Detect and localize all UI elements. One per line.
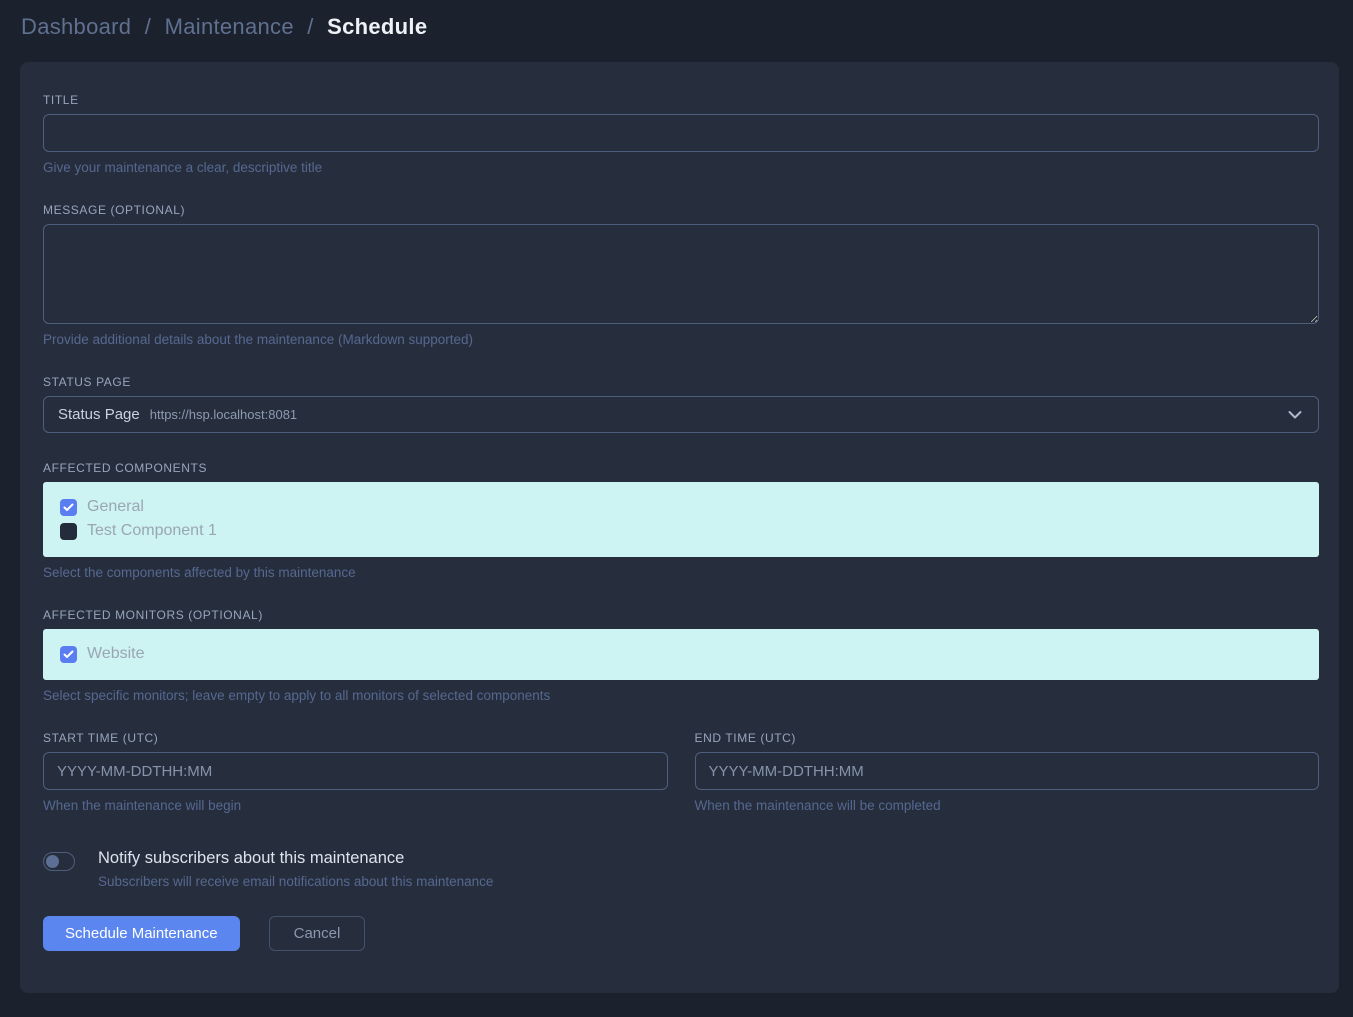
- affected-components-helper-text: Select the components affected by this m…: [43, 565, 1319, 580]
- notify-subscribers-text: Notify subscribers about this maintenanc…: [98, 849, 493, 889]
- affected-components-group: AFFECTED COMPONENTS General Test Compone…: [43, 461, 1319, 580]
- status-page-field-group: STATUS PAGE Status Page https://hsp.loca…: [43, 375, 1319, 433]
- title-field-group: TITLE Give your maintenance a clear, des…: [43, 93, 1319, 175]
- component-option-label: Test Component 1: [87, 522, 217, 540]
- affected-monitors-group: AFFECTED MONITORS (OPTIONAL) Website Sel…: [43, 608, 1319, 703]
- breadcrumb-dashboard[interactable]: Dashboard: [21, 14, 131, 39]
- schedule-maintenance-form-card: TITLE Give your maintenance a clear, des…: [20, 62, 1339, 993]
- breadcrumb-maintenance[interactable]: Maintenance: [165, 14, 294, 39]
- start-time-field-group: START TIME (UTC) When the maintenance wi…: [43, 731, 668, 813]
- message-textarea[interactable]: [43, 224, 1319, 324]
- affected-monitors-label: AFFECTED MONITORS (OPTIONAL): [43, 608, 1319, 622]
- end-time-field-group: END TIME (UTC) When the maintenance will…: [695, 731, 1320, 813]
- monitor-option-website[interactable]: Website: [60, 642, 1302, 666]
- notify-subscribers-helper-text: Subscribers will receive email notificat…: [98, 874, 493, 889]
- affected-monitors-box: Website: [43, 629, 1319, 680]
- end-time-label: END TIME (UTC): [695, 731, 1320, 745]
- breadcrumb-separator: /: [145, 14, 151, 39]
- component-option-general[interactable]: General: [60, 495, 1302, 519]
- start-time-helper-text: When the maintenance will begin: [43, 798, 668, 813]
- breadcrumb-current-schedule: Schedule: [327, 14, 427, 39]
- time-fields-row: START TIME (UTC) When the maintenance wi…: [43, 731, 1319, 813]
- start-time-label: START TIME (UTC): [43, 731, 668, 745]
- component-option-label: General: [87, 498, 144, 516]
- affected-monitors-helper-text: Select specific monitors; leave empty to…: [43, 688, 1319, 703]
- checkbox-icon[interactable]: [60, 646, 77, 663]
- notify-subscribers-toggle[interactable]: [43, 852, 75, 871]
- message-helper-text: Provide additional details about the mai…: [43, 332, 1319, 347]
- checkbox-icon[interactable]: [60, 499, 77, 516]
- end-time-helper-text: When the maintenance will be completed: [695, 798, 1320, 813]
- end-time-input[interactable]: [695, 752, 1320, 790]
- status-page-select[interactable]: Status Page https://hsp.localhost:8081: [43, 396, 1319, 433]
- monitor-option-label: Website: [87, 645, 145, 663]
- breadcrumb-separator: /: [307, 14, 313, 39]
- component-option-test-component-1[interactable]: Test Component 1: [60, 519, 1302, 543]
- title-helper-text: Give your maintenance a clear, descripti…: [43, 160, 1319, 175]
- title-label: TITLE: [43, 93, 1319, 107]
- status-page-selected-url: https://hsp.localhost:8081: [150, 407, 297, 422]
- affected-components-label: AFFECTED COMPONENTS: [43, 461, 1319, 475]
- toggle-knob: [46, 855, 59, 868]
- status-page-label: STATUS PAGE: [43, 375, 1319, 389]
- affected-components-box: General Test Component 1: [43, 482, 1319, 557]
- notify-subscribers-label: Notify subscribers about this maintenanc…: [98, 849, 493, 868]
- checkbox-icon[interactable]: [60, 523, 77, 540]
- message-field-group: MESSAGE (OPTIONAL) Provide additional de…: [43, 203, 1319, 347]
- schedule-maintenance-button[interactable]: Schedule Maintenance: [43, 916, 240, 951]
- title-input[interactable]: [43, 114, 1319, 152]
- message-label: MESSAGE (OPTIONAL): [43, 203, 1319, 217]
- form-actions: Schedule Maintenance Cancel: [43, 916, 1319, 951]
- chevron-down-icon: [1288, 410, 1302, 419]
- breadcrumb: Dashboard / Maintenance / Schedule: [0, 0, 1353, 41]
- status-page-selected-name: Status Page: [58, 406, 140, 423]
- cancel-button[interactable]: Cancel: [269, 916, 366, 951]
- notify-subscribers-row: Notify subscribers about this maintenanc…: [43, 849, 1319, 889]
- start-time-input[interactable]: [43, 752, 668, 790]
